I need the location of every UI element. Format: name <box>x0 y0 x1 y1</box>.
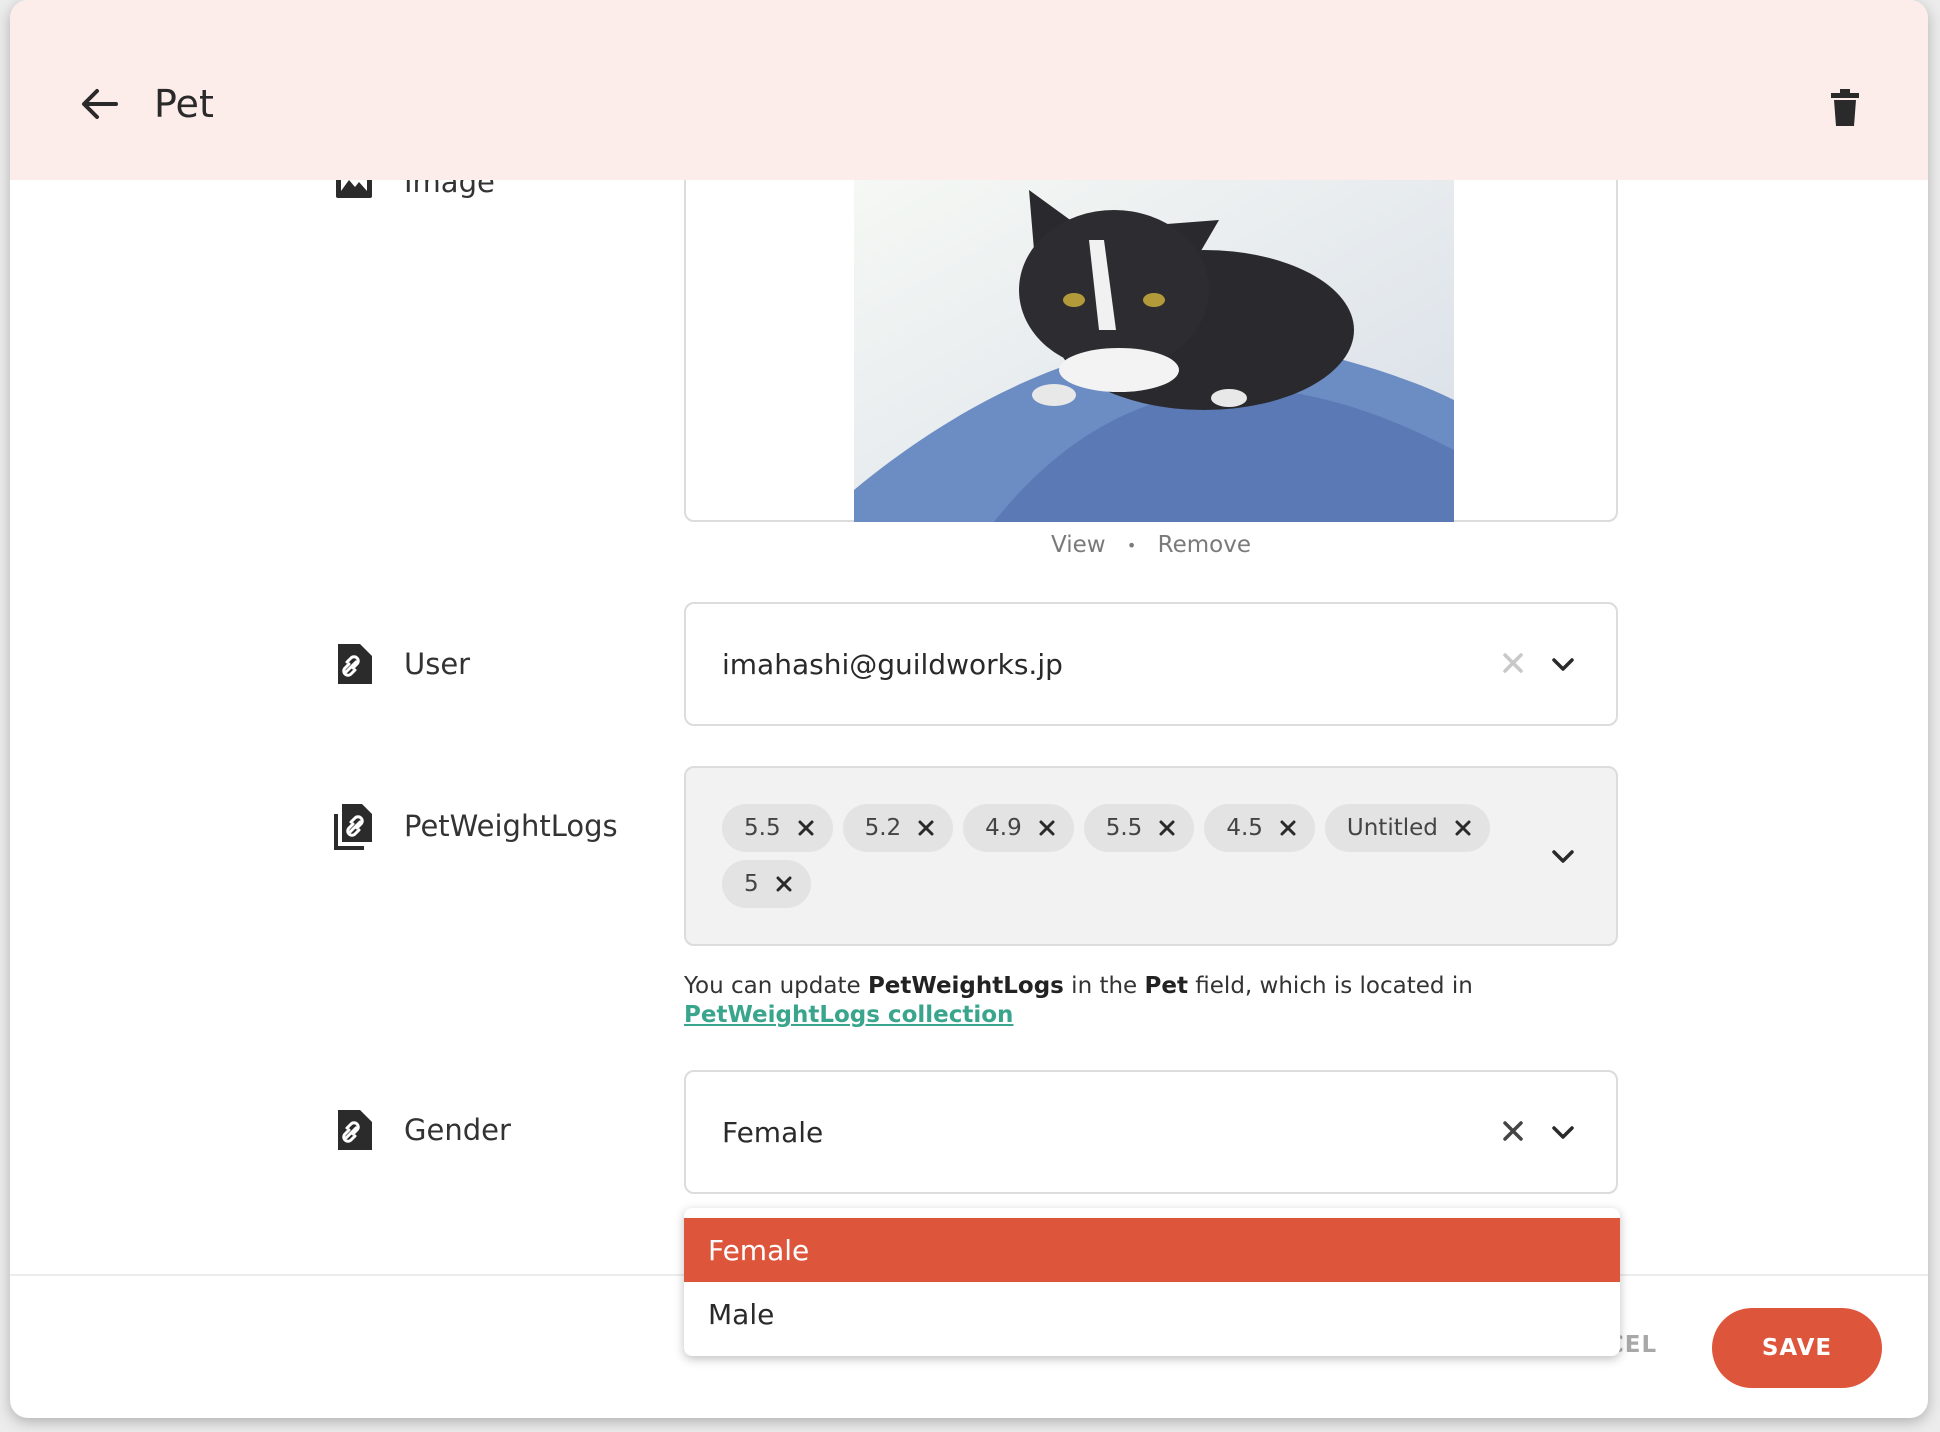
remove-chip-icon[interactable] <box>1158 819 1176 837</box>
helper-target-field: Pet <box>1144 973 1188 999</box>
collection-link[interactable]: PetWeightLogs collection <box>684 1002 1013 1028</box>
weight-log-chip[interactable]: 5.5 <box>722 804 833 852</box>
remove-image-link[interactable]: Remove <box>1158 532 1251 558</box>
chip-label: 5.2 <box>864 815 902 841</box>
chevron-down-icon[interactable] <box>1548 650 1578 680</box>
helper-prefix: You can update <box>684 973 868 999</box>
dialog-header: Pet <box>10 0 1928 180</box>
multi-reference-icon <box>334 804 372 850</box>
gender-dropdown-menu: Female Male <box>684 1208 1620 1356</box>
weight-log-chip[interactable]: 5 <box>722 860 811 908</box>
remove-chip-icon[interactable] <box>1038 819 1056 837</box>
gender-field-label: Gender <box>404 1113 511 1147</box>
chevron-down-icon[interactable] <box>1548 842 1578 872</box>
weight-log-chip[interactable]: 5.5 <box>1083 804 1195 852</box>
chip-label: 5.5 <box>1105 815 1143 841</box>
clear-gender-icon[interactable] <box>1498 1116 1528 1146</box>
gender-field-label-row: Gender <box>332 1106 511 1154</box>
petweightlogs-field-label: PetWeightLogs <box>404 809 618 843</box>
trash-icon[interactable] <box>1828 88 1862 128</box>
chip-label: 5.5 <box>744 815 781 841</box>
remove-chip-icon[interactable] <box>1279 819 1297 837</box>
weight-log-chip[interactable]: 4.9 <box>963 804 1074 852</box>
chip-label: 4.9 <box>985 815 1022 841</box>
gender-select[interactable]: Female <box>684 1070 1618 1194</box>
gender-select-value: Female <box>722 1116 824 1149</box>
remove-chip-icon[interactable] <box>917 819 935 837</box>
reference-document-icon <box>338 1110 372 1150</box>
helper-field-name: PetWeightLogs <box>867 973 1064 999</box>
edit-pet-dialog: Image View • Remove User imahashi@guildw… <box>10 0 1928 1418</box>
chip-label: 5 <box>744 871 759 897</box>
petweightlogs-multiselect[interactable]: 5.5 5.2 4.9 5.5 4.5 Untitled 5 <box>684 766 1618 946</box>
reference-document-icon <box>338 644 372 684</box>
remove-chip-icon[interactable] <box>775 875 793 893</box>
chip-label: 4.5 <box>1226 815 1263 841</box>
gender-option-female[interactable]: Female <box>684 1218 1620 1282</box>
weight-log-chip[interactable]: 5.2 <box>842 804 954 852</box>
back-arrow-icon[interactable] <box>78 82 122 126</box>
chip-label: Untitled <box>1346 815 1438 841</box>
chip-list: 5.5 5.2 4.9 5.5 4.5 Untitled 5 <box>722 804 1502 908</box>
petweightlogs-field-label-row: PetWeightLogs <box>332 802 618 850</box>
image-actions: View • Remove <box>684 532 1618 558</box>
petweightlogs-helper-text: You can update PetWeightLogs in the Pet … <box>684 972 1618 1030</box>
page-title: Pet <box>154 82 214 126</box>
chevron-down-icon[interactable] <box>1548 1118 1578 1148</box>
helper-middle: in the <box>1063 973 1145 999</box>
helper-suffix: field, which is located in <box>1187 973 1473 999</box>
save-button[interactable]: SAVE <box>1712 1308 1882 1388</box>
remove-chip-icon[interactable] <box>1454 819 1472 837</box>
image-preview-box <box>684 120 1618 522</box>
weight-log-chip[interactable]: 4.5 <box>1204 804 1315 852</box>
gender-option-male[interactable]: Male <box>684 1282 1620 1346</box>
pet-photo <box>854 180 1454 522</box>
view-image-link[interactable]: View <box>1051 532 1106 558</box>
weight-log-chip[interactable]: Untitled <box>1324 804 1490 852</box>
remove-chip-icon[interactable] <box>797 819 815 837</box>
user-select[interactable]: imahashi@guildworks.jp <box>684 602 1618 726</box>
user-field-label: User <box>404 647 471 681</box>
clear-user-icon[interactable] <box>1498 648 1528 678</box>
user-field-label-row: User <box>332 640 470 688</box>
separator-dot: • <box>1126 536 1137 555</box>
user-select-value: imahashi@guildworks.jp <box>722 648 1063 681</box>
